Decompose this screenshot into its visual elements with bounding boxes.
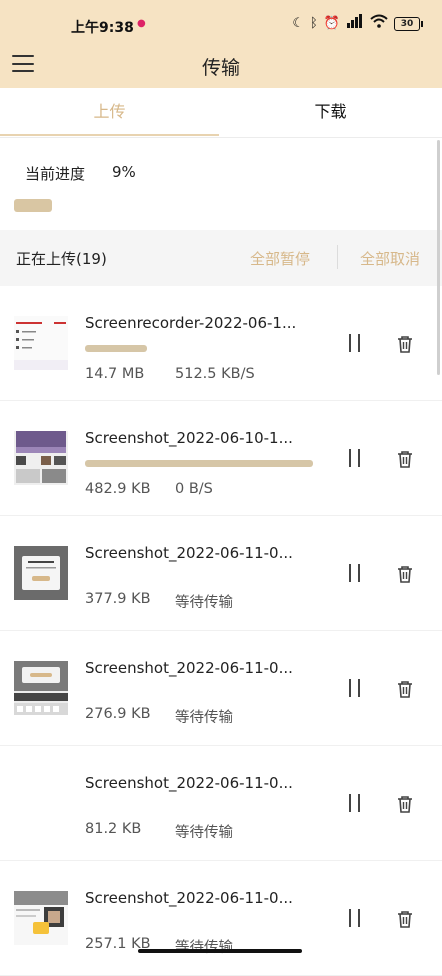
file-status: 512.5 KB/S <box>175 366 255 382</box>
trash-icon[interactable] <box>395 909 415 929</box>
file-progress-fill <box>85 460 313 467</box>
uploading-count: 正在上传(19) <box>16 250 107 268</box>
upload-list: Screenrecorder-2022-06-1... 14.7 MB 512.5 … <box>0 286 442 976</box>
file-progress-bar <box>85 460 313 467</box>
trash-icon[interactable] <box>395 564 415 584</box>
status-bar: 上午9:38 ● ☾ ᛒ ⏰ 30 <box>0 0 442 44</box>
file-thumbnail <box>14 431 68 485</box>
upload-item[interactable]: Screenrecorder-2022-06-1... 14.7 MB 512.5 … <box>0 286 442 401</box>
file-thumbnail <box>14 316 68 370</box>
alarm-icon: ⏰ <box>323 16 340 31</box>
status-icons: ☾ ᛒ ⏰ 30 <box>292 13 423 35</box>
trash-icon[interactable] <box>395 334 415 354</box>
home-indicator[interactable] <box>138 949 302 953</box>
wifi-icon <box>370 14 388 35</box>
file-size: 276.9 KB <box>85 706 151 722</box>
file-status: 等待传输 <box>175 595 233 611</box>
bluetooth-icon: ᛒ <box>310 16 318 31</box>
file-status: 0 B/S <box>175 481 213 497</box>
file-size: 377.9 KB <box>85 591 151 607</box>
file-name: Screenshot_2022-06-11-0... <box>85 889 293 907</box>
upload-item[interactable]: Screenshot_2022-06-10-1... 482.9 KB 0 B/S <box>0 401 442 516</box>
file-name: Screenshot_2022-06-11-0... <box>85 774 293 792</box>
file-status: 等待传输 <box>175 710 233 726</box>
file-progress-bar <box>85 345 313 352</box>
moon-icon: ☾ <box>292 16 304 31</box>
pause-icon[interactable] <box>348 334 362 352</box>
file-size: 81.2 KB <box>85 821 142 837</box>
trash-icon[interactable] <box>395 679 415 699</box>
file-size: 482.9 KB <box>85 481 151 497</box>
pause-all-button[interactable]: 全部暂停 <box>250 248 310 269</box>
notification-icon: ● <box>137 18 146 29</box>
upload-item[interactable]: Screenshot_2022-06-11-0... 377.9 KB 等待传输 <box>0 516 442 631</box>
uploading-header: 正在上传(19) 全部暂停 全部取消 <box>0 230 442 286</box>
signal-icon <box>346 13 364 35</box>
pause-icon[interactable] <box>348 449 362 467</box>
file-name: Screenshot_2022-06-10-1... <box>85 429 293 447</box>
overall-progress-bar <box>14 199 429 212</box>
file-status: 等待传输 <box>175 825 233 841</box>
file-status: 等待传输 <box>175 940 233 956</box>
pause-icon[interactable] <box>348 909 362 927</box>
cancel-all-button[interactable]: 全部取消 <box>360 248 420 269</box>
file-name: Screenshot_2022-06-11-0... <box>85 544 293 562</box>
file-progress-fill <box>85 345 147 352</box>
tab-download[interactable]: 下载 <box>221 88 440 136</box>
file-thumbnail <box>14 891 68 945</box>
tab-indicator <box>0 134 219 136</box>
file-name: Screenrecorder-2022-06-1... <box>85 314 297 332</box>
divider <box>337 245 338 269</box>
folder-icon <box>33 922 49 934</box>
upload-item[interactable]: Screenshot_2022-06-11-0... 276.9 KB 等待传输 <box>0 631 442 746</box>
file-name: Screenshot_2022-06-11-0... <box>85 659 293 677</box>
progress-label: 当前进度 <box>25 165 86 183</box>
pause-icon[interactable] <box>348 564 362 582</box>
file-thumbnail <box>14 661 68 715</box>
file-thumbnail <box>14 776 68 830</box>
upload-item[interactable]: Screenshot_2022-06-11-0... 81.2 KB 等待传输 <box>0 746 442 861</box>
battery-icon: 30 <box>394 17 423 31</box>
pause-icon[interactable] <box>348 794 362 812</box>
file-thumbnail <box>14 546 68 600</box>
page-title: 传输 <box>201 57 240 79</box>
app-bar: 传输 <box>0 44 442 88</box>
pause-icon[interactable] <box>348 679 362 697</box>
file-size: 14.7 MB <box>85 366 145 382</box>
trash-icon[interactable] <box>395 449 415 469</box>
overall-progress-fill <box>14 199 52 212</box>
status-time: 上午9:38 <box>71 20 134 36</box>
progress-value: 9% <box>112 163 136 181</box>
tab-bar: 上传 下载 <box>0 88 442 138</box>
trash-icon[interactable] <box>395 794 415 814</box>
tab-upload[interactable]: 上传 <box>0 88 219 136</box>
